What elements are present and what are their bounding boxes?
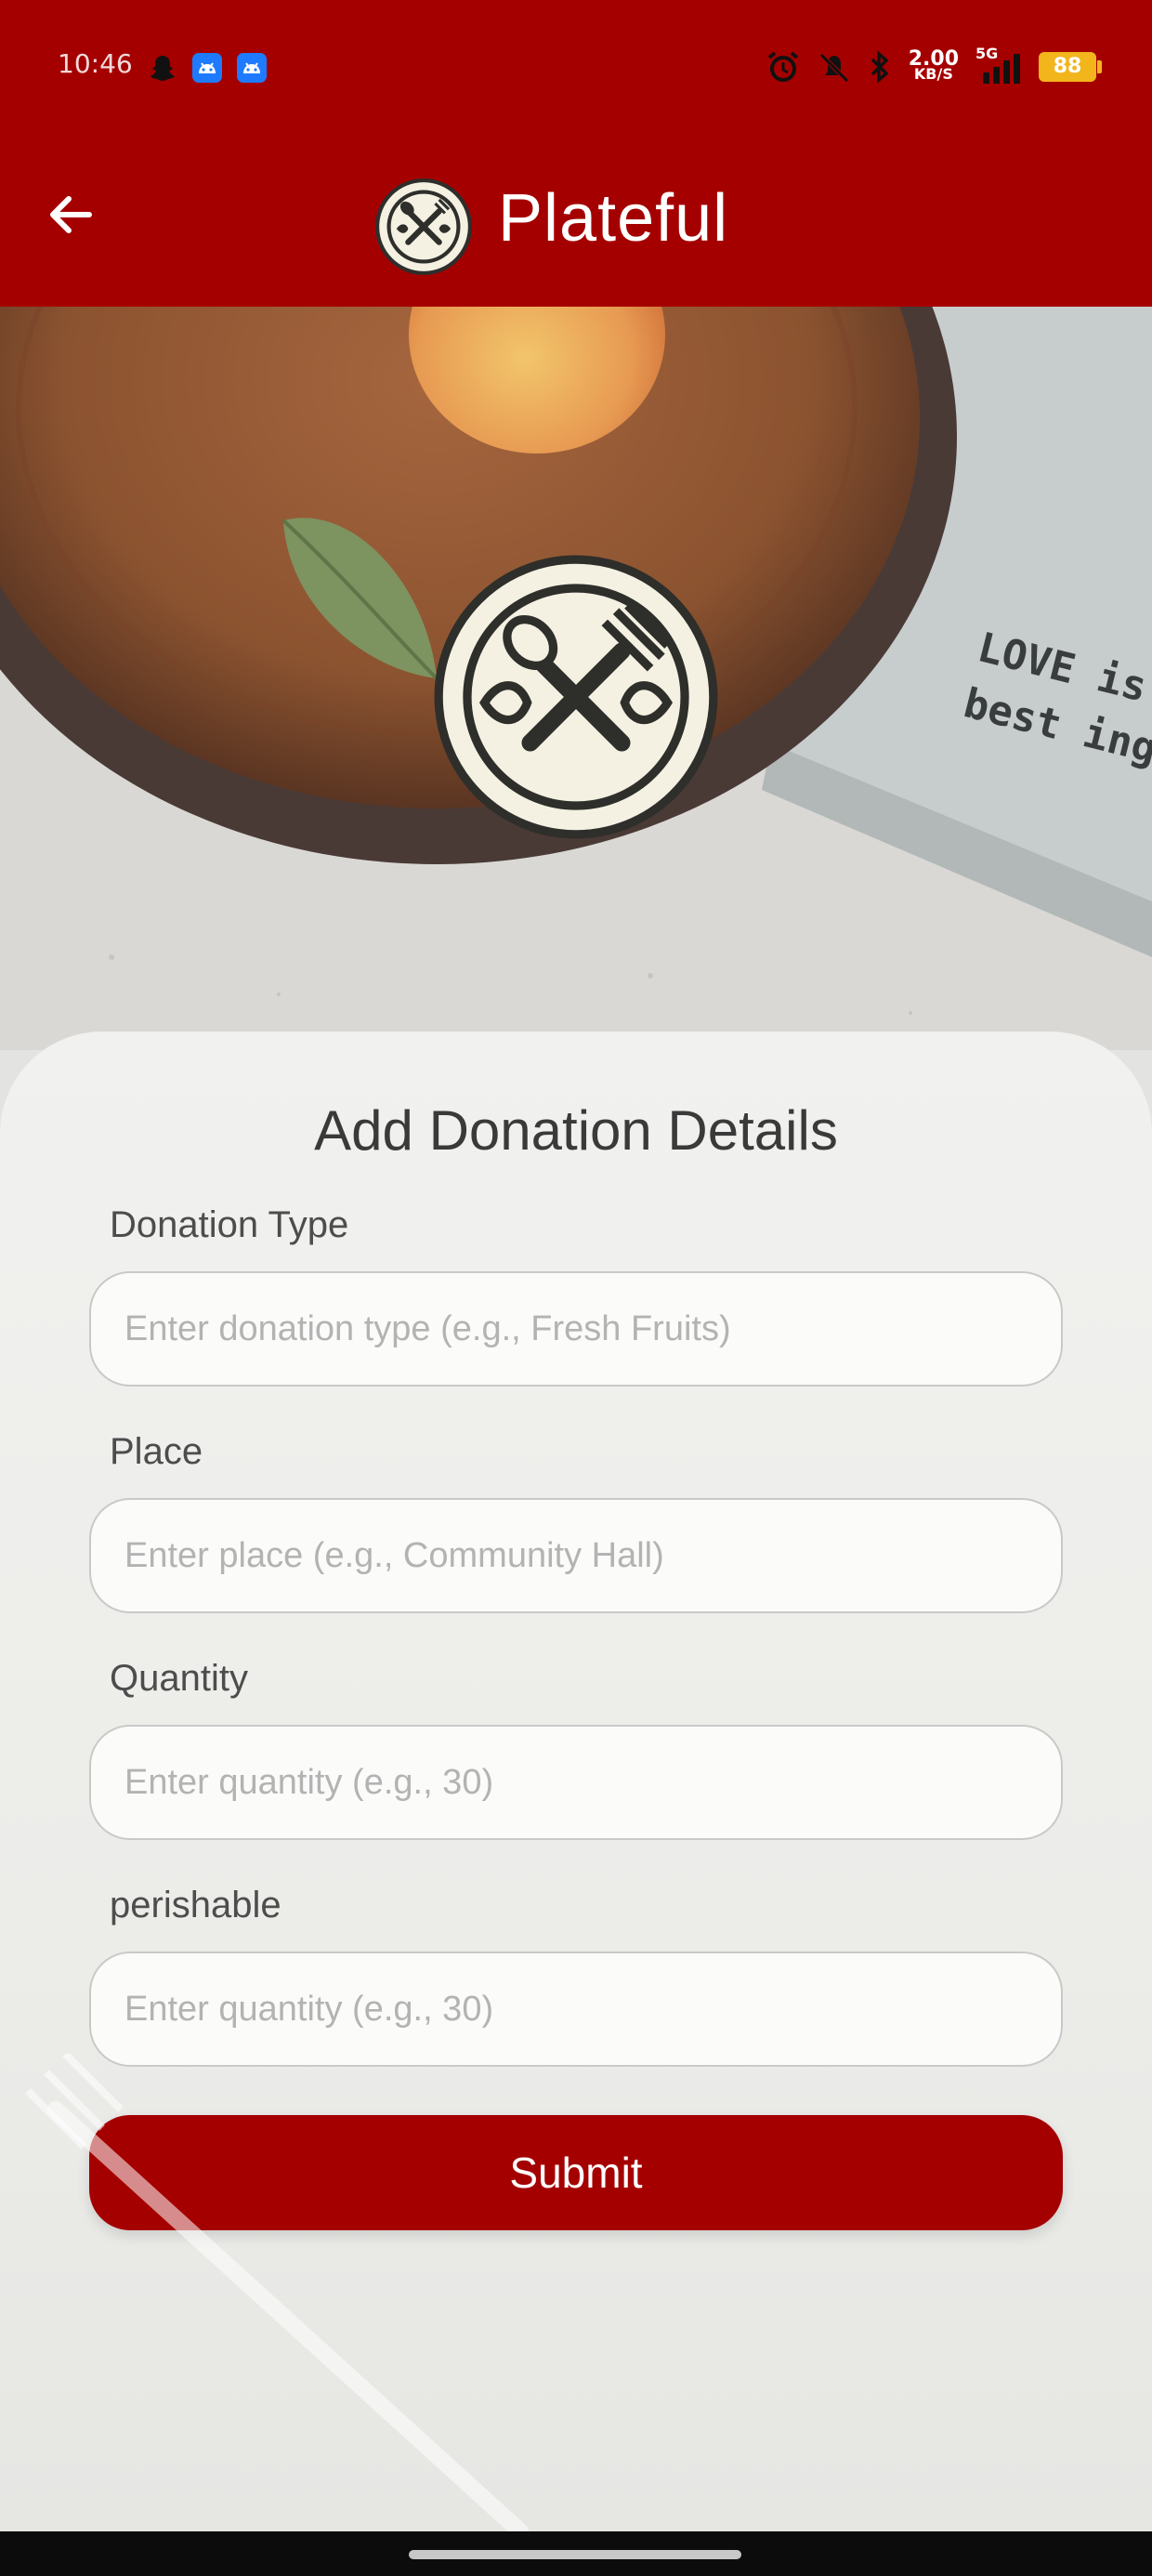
bluetooth-icon xyxy=(871,50,889,84)
android-app-icon xyxy=(192,53,222,83)
status-time: 10:46 xyxy=(58,48,133,79)
quantity-label: Quantity xyxy=(110,1658,248,1699)
plateful-logo-icon xyxy=(375,178,472,275)
background-fork-decoration xyxy=(25,2054,529,2531)
screen: 10:46 2.00 KB/S 5G 88 Plateful LOVE is b… xyxy=(0,0,1152,2531)
app-title: Plateful xyxy=(498,181,729,256)
hero-logo-icon xyxy=(434,555,718,839)
back-arrow-icon[interactable] xyxy=(41,184,102,245)
network-speed: 2.00 KB/S xyxy=(909,49,959,83)
quantity-input[interactable] xyxy=(89,1725,1063,1840)
bell-off-icon xyxy=(818,53,849,83)
android-app-icon xyxy=(237,53,267,83)
donation-form-card: Add Donation Details Donation Type Place… xyxy=(0,1032,1152,2531)
battery-indicator: 88 xyxy=(1039,52,1102,82)
place-label: Place xyxy=(110,1431,203,1472)
signal-5g: 5G xyxy=(975,45,1022,85)
signal-bars-icon xyxy=(983,54,1020,84)
form-title: Add Donation Details xyxy=(314,1099,838,1162)
alarm-icon xyxy=(767,51,798,82)
snapchat-icon xyxy=(151,56,175,81)
donation-type-label: Donation Type xyxy=(110,1204,349,1245)
status-icons: 2.00 KB/S 5G 88 xyxy=(766,45,1102,87)
app-bar: Plateful xyxy=(0,139,1152,307)
home-indicator[interactable] xyxy=(409,2550,741,2559)
perishable-label: perishable xyxy=(110,1885,281,1925)
place-input[interactable] xyxy=(89,1498,1063,1613)
network-speed-unit: KB/S xyxy=(913,65,953,83)
hero-image: LOVE is best ingre xyxy=(0,307,1152,1050)
perishable-input[interactable] xyxy=(89,1952,1063,2067)
status-bar: 10:46 2.00 KB/S 5G 88 xyxy=(0,0,1152,139)
donation-type-input[interactable] xyxy=(89,1271,1063,1387)
